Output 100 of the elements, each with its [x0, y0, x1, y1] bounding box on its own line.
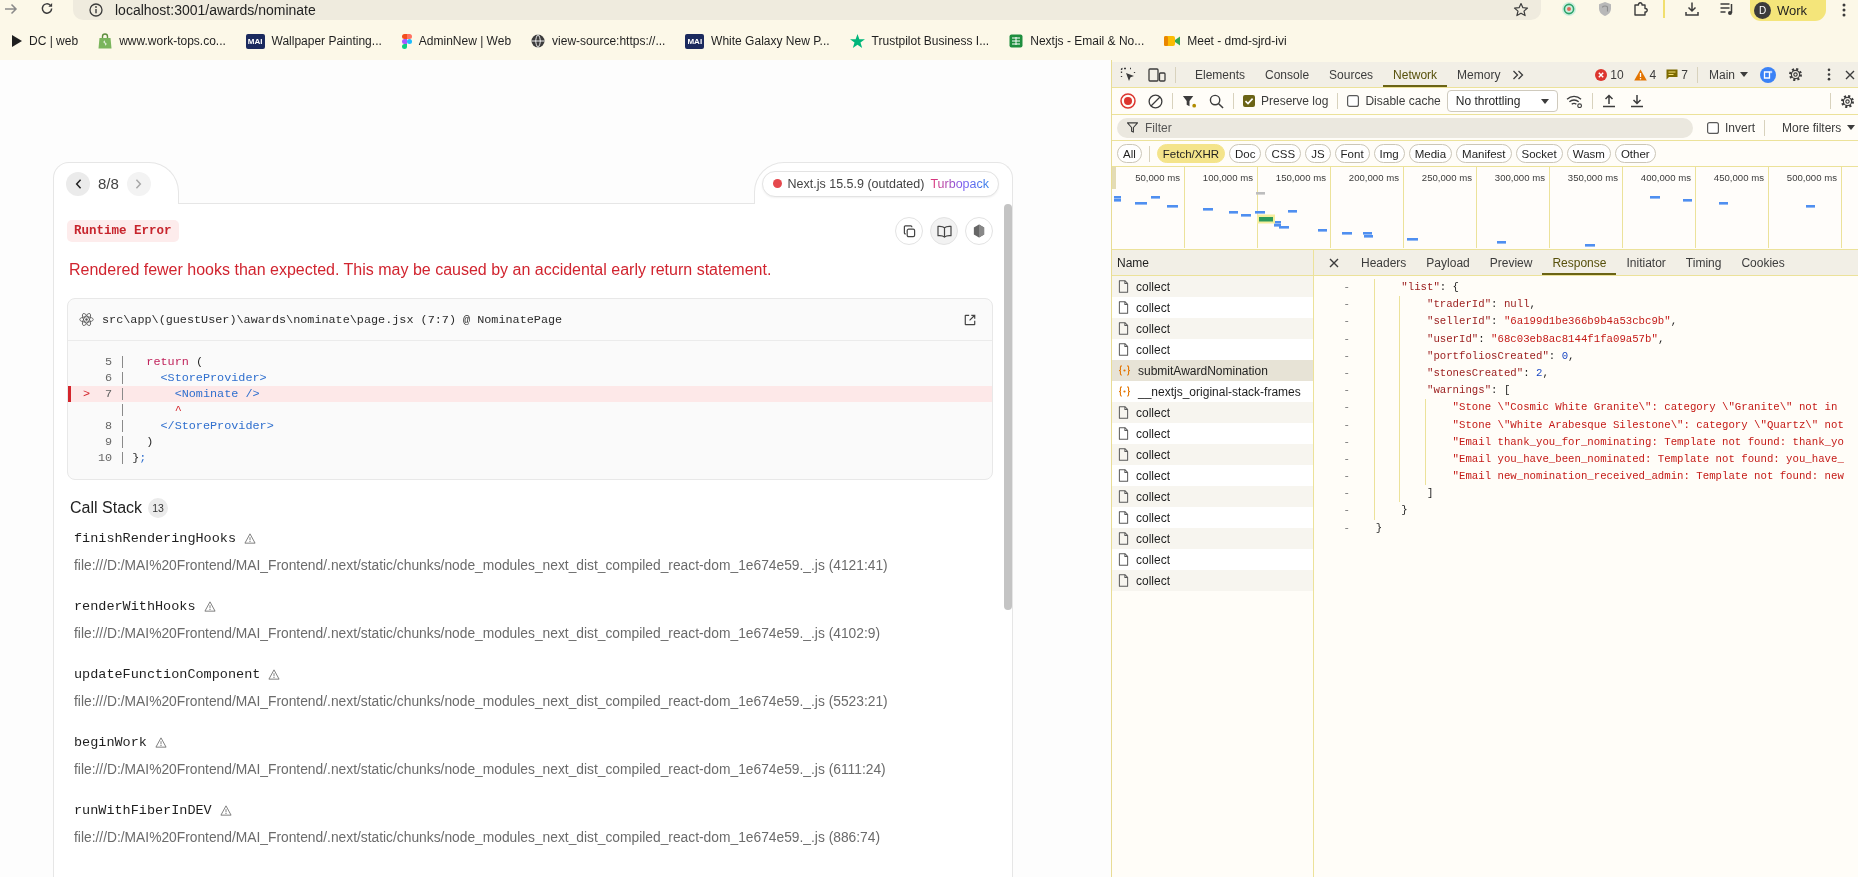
detail-tab[interactable]: Response: [1542, 250, 1617, 275]
download-icon[interactable]: [1684, 1, 1700, 17]
type-filter-chip[interactable]: Img: [1373, 144, 1405, 163]
copy-button[interactable]: [895, 217, 923, 245]
docs-button[interactable]: [930, 217, 958, 245]
device-icon[interactable]: [1148, 67, 1166, 82]
request-row[interactable]: collect: [1112, 486, 1313, 507]
panel-tab[interactable]: Sources: [1319, 62, 1384, 87]
detail-tab[interactable]: Preview: [1479, 250, 1543, 275]
request-row[interactable]: collect: [1112, 570, 1313, 591]
context-dropdown[interactable]: Main: [1707, 67, 1750, 82]
info-icon[interactable]: [89, 3, 103, 17]
fold-marker[interactable]: -: [1343, 450, 1350, 469]
panel-tab[interactable]: Console: [1255, 62, 1320, 87]
bookmark-link[interactable]: DC | web: [10, 32, 81, 50]
request-row[interactable]: collect: [1112, 423, 1313, 444]
fold-marker[interactable]: -: [1343, 399, 1350, 417]
record-icon[interactable]: [1120, 93, 1136, 109]
request-row[interactable]: collect: [1112, 528, 1313, 549]
previous-error-button[interactable]: [66, 171, 90, 196]
playlist-icon[interactable]: [1719, 1, 1735, 17]
target-icon[interactable]: [1561, 1, 1577, 17]
detail-tab[interactable]: Payload: [1416, 250, 1480, 275]
fold-marker[interactable]: -: [1343, 313, 1350, 331]
runtime-button[interactable]: [965, 217, 993, 245]
fold-marker[interactable]: -: [1343, 330, 1350, 348]
type-filter-chip[interactable]: Doc: [1229, 144, 1262, 163]
panel-tab[interactable]: Memory: [1447, 62, 1511, 87]
request-row[interactable]: collect: [1112, 507, 1313, 528]
request-row[interactable]: collect: [1112, 549, 1313, 570]
close-icon[interactable]: [1845, 69, 1855, 80]
preserve-log-toggle[interactable]: Preserve log: [1243, 94, 1329, 108]
upload-icon[interactable]: [1601, 94, 1616, 108]
bookmark-link[interactable]: MAI White Galaxy New P...: [683, 31, 832, 51]
request-row[interactable]: collect: [1112, 318, 1313, 339]
version-badge[interactable]: Next.js 15.5.9 (outdated) Turbopack: [761, 170, 999, 197]
fold-marker[interactable]: -: [1343, 433, 1350, 451]
bookmark-link[interactable]: AdminNew | Web: [399, 31, 514, 51]
bookmark-link[interactable]: Meet - dmd-sjrd-ivi: [1162, 32, 1289, 50]
request-row[interactable]: collect: [1112, 444, 1313, 465]
fold-marker[interactable]: -: [1343, 519, 1350, 537]
request-row[interactable]: collect: [1112, 465, 1313, 486]
bookmark-star-icon[interactable]: [1513, 2, 1529, 18]
type-filter-chip[interactable]: Manifest: [1456, 144, 1512, 163]
disable-cache-toggle[interactable]: Disable cache: [1347, 94, 1441, 108]
close-icon[interactable]: [1329, 257, 1339, 268]
filter-icon[interactable]: [1182, 93, 1197, 109]
forward-icon[interactable]: [4, 3, 18, 15]
puzzle-icon[interactable]: [1633, 1, 1649, 17]
bookmark-link[interactable]: Trustpilot Business I...: [847, 32, 992, 50]
more-tabs-icon[interactable]: [1512, 69, 1525, 80]
assistant-icon[interactable]: [1760, 66, 1776, 83]
type-filter-chip[interactable]: All: [1117, 144, 1142, 163]
fold-marker[interactable]: -: [1343, 347, 1350, 365]
bookmark-link[interactable]: MAI Wallpaper Painting...: [243, 31, 384, 51]
overview-handle[interactable]: [1112, 167, 1116, 189]
more-filters-dropdown[interactable]: More filters: [1774, 120, 1856, 135]
column-header[interactable]: Name: [1112, 250, 1313, 276]
request-row[interactable]: collect: [1112, 297, 1313, 318]
reload-icon[interactable]: [40, 2, 54, 15]
request-row[interactable]: collect: [1112, 402, 1313, 423]
external-link-icon[interactable]: [964, 313, 976, 326]
wifi-settings-icon[interactable]: [1565, 94, 1583, 108]
fold-marker[interactable]: -: [1343, 502, 1350, 520]
bookmark-link[interactable]: www.work-tops.co...: [96, 31, 228, 51]
type-filter-chip[interactable]: Fetch/XHR: [1156, 144, 1226, 163]
search-icon[interactable]: [1209, 93, 1224, 109]
checkbox[interactable]: [1707, 121, 1719, 134]
fold-marker[interactable]: -: [1343, 416, 1350, 434]
throttling-select[interactable]: No throttling: [1446, 90, 1558, 112]
type-filter-chip[interactable]: Media: [1408, 144, 1453, 163]
fold-marker[interactable]: -: [1343, 364, 1350, 383]
bookmark-link[interactable]: Nextjs - Email & No...: [1007, 32, 1147, 50]
type-filter-chip[interactable]: Other: [1614, 144, 1656, 163]
download-icon[interactable]: [1629, 94, 1644, 108]
request-row[interactable]: submitAwardNomination: [1112, 360, 1313, 381]
detail-tab[interactable]: Cookies: [1731, 250, 1795, 275]
type-filter-chip[interactable]: Socket: [1515, 144, 1563, 163]
bookmark-link[interactable]: view-source:https://...: [529, 32, 668, 50]
type-filter-chip[interactable]: Font: [1334, 144, 1370, 163]
menu-icon[interactable]: [1827, 68, 1831, 81]
request-row[interactable]: collect: [1112, 339, 1313, 360]
address-field[interactable]: localhost:3001/awards/nominate: [73, 0, 1541, 20]
inspect-icon[interactable]: [1120, 66, 1136, 83]
request-row[interactable]: __nextjs_original-stack-frames: [1112, 381, 1313, 402]
detail-tab[interactable]: Initiator: [1616, 250, 1676, 275]
shield-icon[interactable]: [1598, 1, 1612, 17]
invert-toggle[interactable]: Invert: [1707, 120, 1755, 135]
fold-marker[interactable]: -: [1343, 382, 1350, 400]
detail-tab[interactable]: Headers: [1351, 250, 1417, 275]
scrollbar[interactable]: [1004, 204, 1012, 610]
settings-icon[interactable]: [1840, 93, 1855, 109]
menu-icon[interactable]: [1842, 3, 1846, 17]
issue-counts[interactable]: 10 4 7: [1595, 67, 1688, 82]
type-filter-chip[interactable]: Wasm: [1566, 144, 1611, 163]
panel-tab[interactable]: Elements: [1185, 62, 1256, 87]
fold-marker[interactable]: -: [1343, 296, 1350, 314]
checkbox[interactable]: [1347, 95, 1360, 107]
type-filter-chip[interactable]: CSS: [1265, 144, 1302, 163]
checkbox[interactable]: [1243, 95, 1255, 107]
